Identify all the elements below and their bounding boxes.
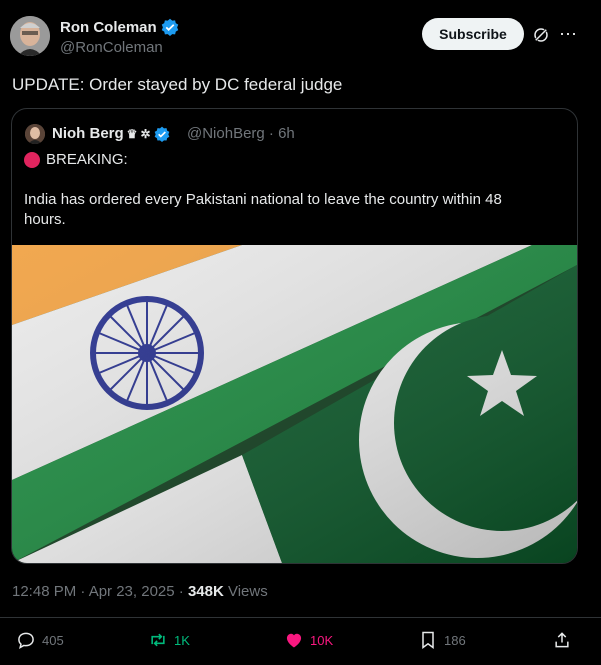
verified-badge-icon [154,126,169,142]
like-count: 10K [310,632,334,648]
quoted-post[interactable]: Nioh Berg ♛ ✲ @NiohBerg · 6h BREAKING: I… [11,108,578,564]
post-timestamp[interactable]: 12:48 PM · Apr 23, 2025 · 348K Views [12,583,268,600]
more-options-icon[interactable]: ⋯ [558,24,578,44]
quote-author-handle[interactable]: @NiohBerg · 6h [187,125,295,142]
share-icon [555,632,569,648]
timestamp-date[interactable]: 12:48 PM · Apr 23, 2025 · [12,583,188,600]
like-button[interactable]: 10K [284,630,333,650]
grok-icon[interactable] [532,26,550,44]
views-count: 348K [187,583,224,600]
red-circle-icon [24,151,40,168]
author-avatar[interactable] [10,16,50,56]
post-text: UPDATE: Order stayed by DC federal judge [12,75,343,94]
bookmark-button[interactable]: 186 [418,630,466,650]
repost-count: 1K [174,632,190,648]
author-name[interactable]: Ron Coleman [60,18,179,36]
heart-icon [286,633,302,648]
repost-button[interactable]: 1K [148,630,190,650]
repost-icon [151,633,165,647]
reply-count: 405 [42,632,64,648]
views-label: Views [223,583,268,600]
quote-author-name[interactable]: Nioh Berg ♛ ✲ [52,125,170,142]
quote-body-text: India has ordered every Pakistani nation… [24,191,502,228]
reply-icon [18,632,34,650]
bookmark-icon [422,631,434,649]
subscribe-button[interactable]: Subscribe [422,18,524,50]
author-name-text[interactable]: Ron Coleman [60,19,157,36]
quote-breaking-line: BREAKING: [24,151,128,168]
author-handle[interactable]: @RonColeman [60,39,163,56]
share-button[interactable] [552,630,572,650]
reply-button[interactable]: 405 [16,630,64,650]
verified-badge-icon [161,18,178,36]
india-pakistan-flags-image[interactable] [12,245,577,563]
bookmark-count: 186 [444,632,466,648]
crown-icon: ♛ [126,126,138,141]
quote-avatar[interactable] [25,124,45,144]
divider [0,617,601,618]
quote-author-name-text[interactable]: Nioh Berg [52,125,124,142]
breaking-label: BREAKING: [46,151,128,168]
gear-icon: ✲ [140,126,151,141]
